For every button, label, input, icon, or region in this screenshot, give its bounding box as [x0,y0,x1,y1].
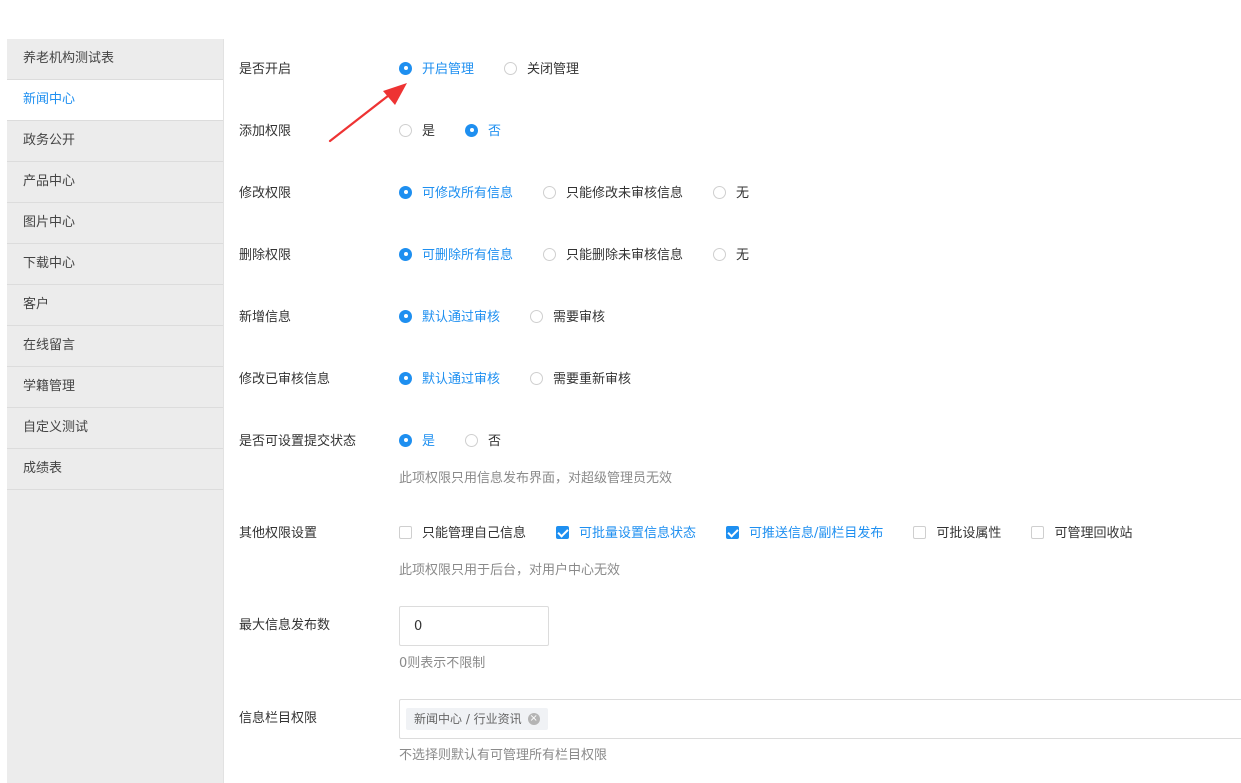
other-permissions-hint: 此项权限只用于后台，对用户中心无效 [399,563,621,578]
sidebar-item-customer[interactable]: 客户 [7,285,223,326]
radio-submit-status-no[interactable]: 否 [465,432,501,452]
radio-unchecked-icon [543,185,557,199]
radio-new-info-need-review[interactable]: 需要审核 [530,308,605,328]
radio-checked-icon [399,61,412,75]
max-publish-hint: 0则表示不限制 [399,656,486,671]
edit-reviewed-label: 修改已审核信息 [239,372,331,387]
sidebar-item-student-records[interactable]: 学籍管理 [7,367,223,408]
sidebar-item-product-center[interactable]: 产品中心 [7,162,223,203]
edit-reviewed-radio-group: 默认通过审核 需要重新审核 [399,370,661,390]
edit-permission-label: 修改权限 [239,186,292,201]
cropped-heading-fragment [20,0,130,2]
new-info-label: 新增信息 [239,310,292,325]
column-select-input[interactable]: 新闻中心 / 行业资讯 × [399,699,1241,739]
add-permission-label: 添加权限 [239,124,292,139]
radio-new-info-auto-approve[interactable]: 默认通过审核 [399,308,500,328]
permission-settings-page: 养老机构测试表 新闻中心 政务公开 产品中心 图片中心 下载中心 客户 在线留言… [0,0,1241,783]
enable-radio-group: 开启管理 关闭管理 [399,60,609,80]
sidebar-item-online-message[interactable]: 在线留言 [7,326,223,367]
submit-status-label: 是否可设置提交状态 [239,434,357,449]
column-permissions-label: 信息栏目权限 [239,711,318,726]
column-permissions-hint: 不选择则默认有可管理所有栏目权限 [399,748,608,763]
radio-add-no[interactable]: 否 [465,122,501,142]
radio-edit-unreviewed[interactable]: 只能修改未审核信息 [543,184,683,204]
delete-permission-label: 删除权限 [239,248,292,263]
checkbox-unchecked-icon [399,525,412,539]
radio-checked-icon [399,433,412,447]
checkbox-batch-attributes[interactable]: 可批设属性 [913,524,1001,544]
radio-checked-icon [399,371,412,385]
radio-delete-unreviewed[interactable]: 只能删除未审核信息 [543,246,683,266]
checkbox-batch-status[interactable]: 可批量设置信息状态 [556,524,696,544]
checkbox-unchecked-icon [913,525,927,539]
radio-checked-icon [399,247,412,261]
close-circle-icon[interactable]: × [527,712,540,725]
radio-unchecked-icon [543,247,557,261]
radio-add-yes[interactable]: 是 [399,122,435,142]
other-permissions-label: 其他权限设置 [239,526,318,541]
sidebar-item-elder-care-test[interactable]: 养老机构测试表 [7,39,223,80]
radio-delete-all[interactable]: 可删除所有信息 [399,246,513,266]
submit-status-hint: 此项权限只用信息发布界面，对超级管理员无效 [399,471,673,486]
selected-column-tag: 新闻中心 / 行业资讯 × [406,708,548,730]
radio-unchecked-icon [713,185,727,199]
max-publish-label: 最大信息发布数 [239,618,331,633]
radio-unchecked-icon [530,371,544,385]
radio-checked-icon [399,309,412,323]
radio-edit-reviewed-auto-approve[interactable]: 默认通过审核 [399,370,500,390]
enable-label: 是否开启 [239,62,292,77]
edit-permission-radio-group: 可修改所有信息 只能修改未审核信息 无 [399,184,779,204]
radio-submit-status-yes[interactable]: 是 [399,432,435,452]
sidebar-item-government-affairs[interactable]: 政务公开 [7,121,223,162]
radio-enable-off[interactable]: 关闭管理 [504,60,579,80]
other-permissions-checkbox-group: 只能管理自己信息 可批量设置信息状态 可推送信息/副栏目发布 可批设属性 可管理回收站 [399,524,1132,544]
radio-unchecked-icon [504,61,518,75]
sidebar-item-image-center[interactable]: 图片中心 [7,203,223,244]
checkbox-push-info[interactable]: 可推送信息/副栏目发布 [726,524,883,544]
radio-enable-on[interactable]: 开启管理 [399,60,474,80]
radio-unchecked-icon [530,309,544,323]
checkbox-checked-icon [556,525,570,539]
sidebar-item-score-table[interactable]: 成绩表 [7,449,223,490]
new-info-radio-group: 默认通过审核 需要审核 [399,308,635,328]
radio-edit-none[interactable]: 无 [713,184,749,204]
radio-checked-icon [465,123,479,137]
submit-status-radio-group: 是否 [399,432,531,452]
module-sidebar: 养老机构测试表 新闻中心 政务公开 产品中心 图片中心 下载中心 客户 在线留言… [7,39,224,783]
radio-unchecked-icon [399,123,412,137]
delete-permission-radio-group: 可删除所有信息 只能删除未审核信息 无 [399,246,779,266]
radio-edit-all[interactable]: 可修改所有信息 [399,184,513,204]
add-permission-radio-group: 是否 [399,122,531,142]
checkbox-unchecked-icon [1031,525,1045,539]
sidebar-item-news-center[interactable]: 新闻中心 [7,80,223,121]
checkbox-checked-icon [726,525,740,539]
checkbox-manage-recycle-bin[interactable]: 可管理回收站 [1031,524,1132,544]
radio-edit-reviewed-re-review[interactable]: 需要重新审核 [530,370,631,390]
radio-unchecked-icon [713,247,727,261]
max-publish-input[interactable] [399,606,549,646]
sidebar-item-download-center[interactable]: 下载中心 [7,244,223,285]
radio-delete-none[interactable]: 无 [713,246,749,266]
checkbox-manage-own-only[interactable]: 只能管理自己信息 [399,524,526,544]
radio-unchecked-icon [465,433,479,447]
radio-checked-icon [399,185,412,199]
sidebar-item-custom-test[interactable]: 自定义测试 [7,408,223,449]
